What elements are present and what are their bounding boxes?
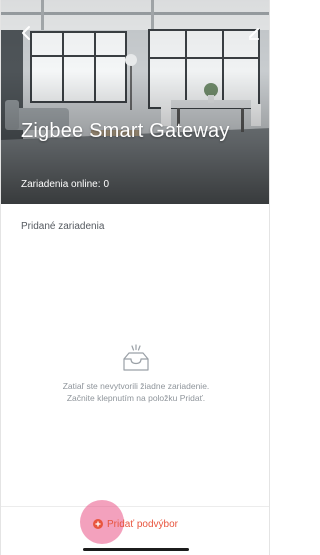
empty-state-line-2: Začnite klepnutím na položku Pridať. [66, 393, 206, 403]
empty-state-line-1: Zatiaľ ste nevytvorili žiadne zariadenie… [62, 381, 210, 391]
hero-shade [1, 0, 269, 204]
edit-button[interactable] [243, 22, 265, 44]
plus-circle-icon [93, 519, 103, 529]
home-indicator [83, 548, 189, 551]
online-devices-label: Zariadenia online: [21, 179, 101, 190]
add-subgroup-button[interactable]: Pridať podvýbor [93, 515, 178, 533]
added-devices-heading: Pridané zariadenia [21, 221, 105, 232]
empty-inbox-icon [123, 344, 149, 371]
plus-glyph [95, 521, 101, 527]
chevron-left-icon [22, 26, 30, 40]
pencil-icon [249, 28, 259, 40]
gateway-hero-image: Zigbee Smart Gateway Zariadenia online: 0 [1, 0, 269, 204]
gateway-screen: Zigbee Smart Gateway Zariadenia online: 0… [0, 0, 270, 555]
back-button[interactable] [15, 22, 37, 44]
add-subgroup-label: Pridať podvýbor [107, 518, 179, 530]
online-devices-count: 0 [103, 179, 110, 190]
gateway-title: Zigbee Smart Gateway [21, 120, 230, 142]
empty-state-message: Zatiaľ ste nevytvorili žiadne zariadenie… [1, 380, 269, 404]
empty-state: Zatiaľ ste nevytvorili žiadne zariadenie… [1, 344, 269, 404]
online-devices-status: Zariadenia online: 0 [21, 179, 109, 190]
